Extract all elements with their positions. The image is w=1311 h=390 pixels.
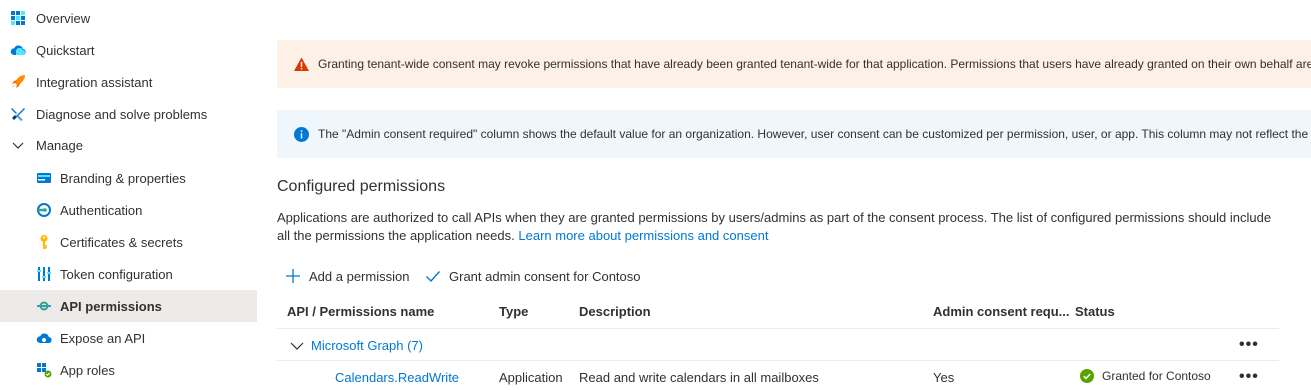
sidebar-item-overview[interactable]: Overview xyxy=(0,2,257,34)
sidebar-item-label: Diagnose and solve problems xyxy=(36,106,208,122)
sidebar-item-app-roles[interactable]: App roles xyxy=(0,354,257,386)
add-permission-label: Add a permission xyxy=(309,268,410,284)
section-title: Configured permissions xyxy=(277,178,446,195)
sidebar-item-integration-assistant[interactable]: Integration assistant xyxy=(0,66,257,98)
sidebar-item-label: Manage xyxy=(36,137,83,153)
row-more-button[interactable]: ••• xyxy=(1239,368,1259,386)
token-bars-icon xyxy=(36,266,52,282)
sidebar-item-label: Quickstart xyxy=(36,42,95,58)
sidebar-item-label: Expose an API xyxy=(60,330,146,346)
permission-name-link[interactable]: Calendars.ReadWrite xyxy=(335,370,459,385)
cloud-icon xyxy=(10,42,26,58)
sidebar-item-label: Token configuration xyxy=(60,266,173,282)
info-text: The "Admin consent required" column show… xyxy=(318,127,1311,141)
column-header-type[interactable]: Type xyxy=(499,304,528,319)
chevron-down-icon[interactable] xyxy=(289,337,305,353)
sidebar-item-label: Certificates & secrets xyxy=(60,234,183,250)
section-description: Applications are authorized to call APIs… xyxy=(277,209,1277,245)
cloud-api-icon xyxy=(36,330,52,346)
sidebar: Overview Quickstart Integration assistan… xyxy=(0,0,257,390)
column-header-status[interactable]: Status xyxy=(1075,304,1115,319)
permission-description: Read and write calendars in all mailboxe… xyxy=(579,370,819,385)
admin-consent-value: Yes xyxy=(933,370,955,385)
sidebar-item-authentication[interactable]: Authentication xyxy=(0,194,257,226)
sidebar-item-token-configuration[interactable]: Token configuration xyxy=(0,258,257,290)
sidebar-item-expose-api[interactable]: Expose an API xyxy=(0,322,257,354)
group-divider xyxy=(277,360,1279,361)
permission-type: Application xyxy=(499,370,563,385)
app-roles-icon xyxy=(36,362,52,378)
sidebar-item-label: App roles xyxy=(60,362,115,378)
group-more-button[interactable]: ••• xyxy=(1239,336,1259,354)
main-content: Granting tenant-wide consent may revoke … xyxy=(277,0,1311,390)
learn-more-link[interactable]: Learn more about permissions and consent xyxy=(518,228,768,243)
key-icon xyxy=(36,234,52,250)
grant-admin-consent-button[interactable]: Grant admin consent for Contoso xyxy=(425,266,641,286)
warning-icon xyxy=(293,56,310,73)
overview-grid-icon xyxy=(10,10,26,26)
warning-text: Granting tenant-wide consent may revoke … xyxy=(318,57,1311,71)
sidebar-item-quickstart[interactable]: Quickstart xyxy=(0,34,257,66)
sidebar-item-label: Branding & properties xyxy=(60,170,186,186)
rocket-icon xyxy=(10,74,26,90)
plus-icon xyxy=(285,268,301,284)
sidebar-item-diagnose[interactable]: Diagnose and solve problems xyxy=(0,98,257,130)
chevron-down-icon xyxy=(10,137,26,153)
success-check-icon xyxy=(1080,369,1094,383)
header-divider xyxy=(277,328,1279,329)
column-header-admin-consent[interactable]: Admin consent requ... xyxy=(933,304,1070,319)
sidebar-item-label: Overview xyxy=(36,10,91,26)
sidebar-group-manage[interactable]: Manage xyxy=(0,129,257,161)
sidebar-item-api-permissions[interactable]: API permissions xyxy=(0,290,257,322)
column-header-description[interactable]: Description xyxy=(579,304,651,319)
api-permissions-icon xyxy=(36,298,52,314)
group-microsoft-graph[interactable]: Microsoft Graph (7) xyxy=(311,338,423,353)
checkmark-icon xyxy=(425,268,441,284)
warning-banner: Granting tenant-wide consent may revoke … xyxy=(277,40,1311,88)
sidebar-item-branding[interactable]: Branding & properties xyxy=(0,162,257,194)
sidebar-item-label: Authentication xyxy=(60,202,143,218)
sidebar-item-label: Integration assistant xyxy=(36,74,153,90)
authentication-icon xyxy=(36,202,52,218)
sidebar-item-certificates[interactable]: Certificates & secrets xyxy=(0,226,257,258)
info-icon xyxy=(293,126,310,143)
description-text: Applications are authorized to call APIs… xyxy=(277,210,1272,243)
sidebar-item-label: API permissions xyxy=(60,298,162,314)
branding-card-icon xyxy=(36,170,52,186)
info-banner: The "Admin consent required" column show… xyxy=(277,110,1311,158)
grant-consent-label: Grant admin consent for Contoso xyxy=(449,268,641,284)
status-text: Granted for Contoso xyxy=(1102,369,1211,383)
column-header-name[interactable]: API / Permissions name xyxy=(287,304,434,319)
wrench-icon xyxy=(10,106,26,122)
add-permission-button[interactable]: Add a permission xyxy=(285,266,409,286)
